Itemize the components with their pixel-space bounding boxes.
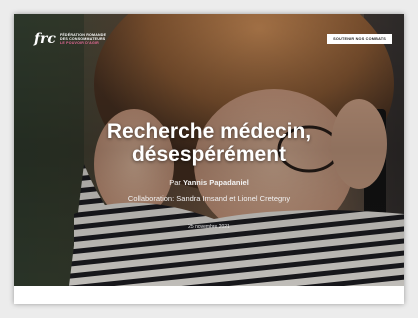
- byline: Par Yannis Papadaniel: [14, 178, 404, 187]
- support-button[interactable]: SOUTENIR NOS COMBATS: [327, 34, 392, 44]
- collaboration: Collaboration: Sandra Imsand et Lionel C…: [127, 194, 291, 203]
- article-title: Recherche médecin, désespérément: [14, 120, 404, 166]
- hero-section: frc FÉDÉRATION ROMANDE DES CONSOMMATEURS…: [14, 14, 404, 286]
- title-line-2: désespérément: [131, 143, 287, 166]
- author-link[interactable]: Yannis Papadaniel: [183, 178, 249, 187]
- logo[interactable]: frc FÉDÉRATION ROMANDE DES CONSOMMATEURS…: [34, 32, 106, 46]
- byline-prefix: Par: [169, 178, 183, 187]
- logo-mark: frc: [34, 31, 56, 47]
- title-line-1: Recherche médecin,: [106, 120, 312, 143]
- page-frame: frc FÉDÉRATION ROMANDE DES CONSOMMATEURS…: [14, 14, 404, 304]
- logo-tagline: LE POUVOIR D'AGIR: [59, 41, 99, 46]
- logo-text: FÉDÉRATION ROMANDE DES CONSOMMATEURS LE …: [60, 33, 106, 46]
- publish-date: 25 novembre 2021: [188, 224, 230, 230]
